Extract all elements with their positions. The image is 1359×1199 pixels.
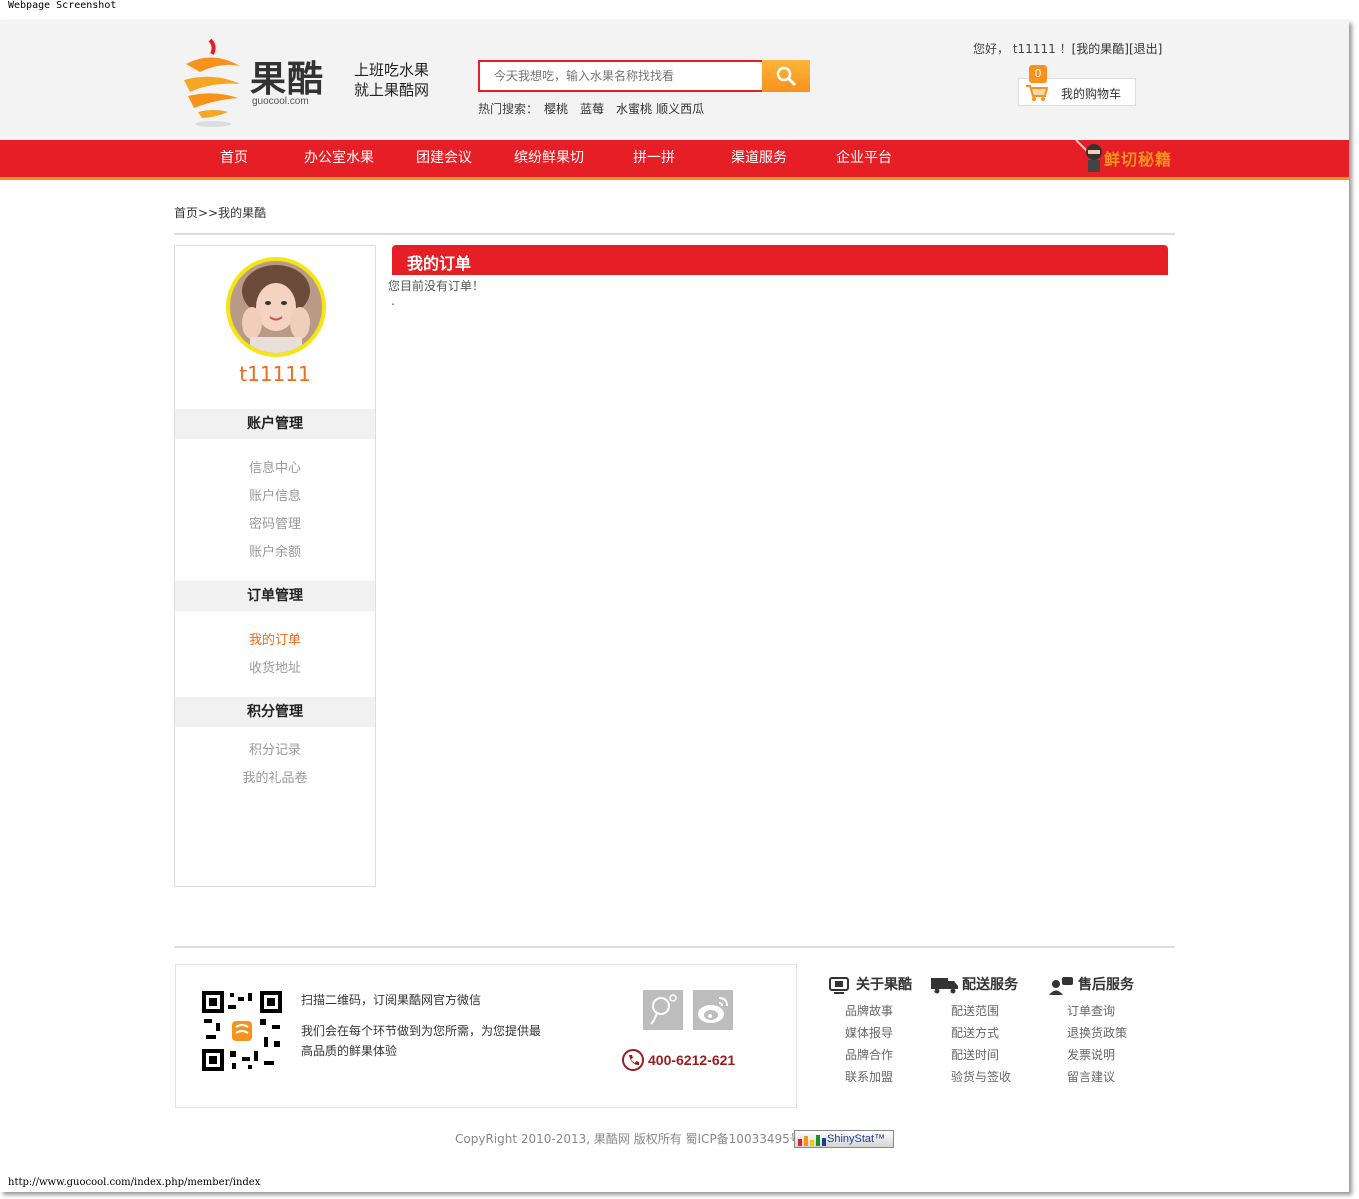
footer-link-order-query[interactable]: 订单查询 bbox=[1067, 1002, 1115, 1019]
slogan-line1: 上班吃水果 bbox=[354, 61, 430, 79]
stray-dot: . bbox=[391, 294, 395, 308]
breadcrumb-divider bbox=[174, 233, 1175, 235]
shinystat-label: ShinyStat™ bbox=[827, 1133, 886, 1145]
logo-wordmark: 果酷 bbox=[250, 59, 325, 100]
phone-icon bbox=[622, 1049, 644, 1071]
qr-subscribe-text: 扫描二维码，订阅果酷网官方微信 bbox=[301, 993, 482, 1007]
footer-col-title-about: 关于果酷 bbox=[856, 977, 912, 993]
hot-keyword[interactable]: 水蜜桃 bbox=[616, 102, 652, 116]
sidebar-item-account-info[interactable]: 账户信息 bbox=[175, 485, 375, 504]
footer-col-title-aftersale: 售后服务 bbox=[1078, 977, 1134, 993]
sina-weibo-icon bbox=[698, 997, 728, 1023]
orders-panel-header: 我的订单 bbox=[392, 245, 1168, 275]
sidebar-item-my-orders[interactable]: 我的订单 bbox=[175, 629, 375, 648]
stats-bars-icon bbox=[798, 1135, 826, 1146]
hotline-number: 400-6212-621 bbox=[648, 1052, 736, 1068]
hot-keyword[interactable]: 顺义西瓜 bbox=[656, 102, 704, 116]
greeting-username: t11111 bbox=[1012, 42, 1056, 56]
sidebar-username: t11111 bbox=[239, 362, 311, 386]
footer-col-title-delivery: 配送服务 bbox=[962, 977, 1018, 993]
nav-promo-banner[interactable]: 鲜切秘籍 bbox=[1074, 139, 1184, 177]
page-url: http://www.guocool.com/index.php/member/… bbox=[8, 1177, 261, 1188]
logo-domain: guocool.com bbox=[252, 96, 309, 107]
hot-keyword[interactable]: 蓝莓 bbox=[580, 102, 604, 116]
cart-label: 我的购物车 bbox=[1061, 87, 1122, 101]
sidebar-item-address[interactable]: 收货地址 bbox=[175, 657, 375, 676]
footer-link-cooperation[interactable]: 品牌合作 bbox=[845, 1046, 893, 1063]
cart-count-badge: 0 bbox=[1029, 65, 1047, 83]
nav-item-office-fruit[interactable]: 办公室水果 bbox=[294, 140, 384, 177]
avatar-portrait-icon bbox=[230, 261, 322, 353]
avatar[interactable] bbox=[226, 257, 326, 357]
qq-weibo-icon bbox=[650, 994, 677, 1025]
footer-divider bbox=[174, 946, 1175, 948]
main-nav: 首页 办公室水果 团建会议 缤纷鲜果切 拼一拼 渠道服务 企业平台 鲜切秘籍 bbox=[0, 139, 1349, 180]
shinystat-badge[interactable]: ShinyStat™ bbox=[794, 1130, 894, 1148]
sidebar-item-balance[interactable]: 账户余额 bbox=[175, 541, 375, 560]
slogan-line2: 就上果酷网 bbox=[354, 81, 430, 99]
sidebar-item-password[interactable]: 密码管理 bbox=[175, 513, 375, 532]
hot-search: 热门搜索： 樱桃 蓝莓 水蜜桃 顺义西瓜 bbox=[478, 100, 716, 117]
page: 果酷 guocool.com 上班吃水果 就上果酷网 热门搜索： 樱桃蓝莓水蜜桃顺… bbox=[0, 20, 1349, 1192]
footer-link-media[interactable]: 媒体报导 bbox=[845, 1024, 893, 1041]
wechat-qr-code-icon bbox=[202, 991, 282, 1071]
delivery-truck-icon bbox=[931, 978, 958, 994]
group-title-points: 积分管理 bbox=[175, 697, 375, 727]
member-sidebar: t11111 账户管理 信息中心 账户信息 密码管理 账户余额 订单管理 我的订… bbox=[174, 245, 376, 887]
page-title: 我的订单 bbox=[407, 254, 472, 273]
nav-item-team-meeting[interactable]: 团建会议 bbox=[404, 140, 484, 177]
qr-description: 我们会在每个环节做到为您所需，为您提供最高品质的鲜果体验 bbox=[301, 1024, 542, 1058]
shopping-cart-icon bbox=[1026, 85, 1049, 101]
slogan: 上班吃水果 就上果酷网 bbox=[354, 60, 454, 100]
search-input[interactable] bbox=[480, 62, 762, 90]
sidebar-item-gift-vouchers[interactable]: 我的礼品卷 bbox=[175, 767, 375, 786]
footer-link-delivery-time[interactable]: 配送时间 bbox=[951, 1046, 999, 1063]
footer-link-brand-story[interactable]: 品牌故事 bbox=[845, 1002, 893, 1019]
footer-link-inspection[interactable]: 验货与签收 bbox=[951, 1068, 1011, 1085]
hot-keyword[interactable]: 樱桃 bbox=[544, 102, 568, 116]
footer-link-delivery-method[interactable]: 配送方式 bbox=[951, 1024, 999, 1041]
footer-link-return-policy[interactable]: 退换货政策 bbox=[1067, 1024, 1127, 1041]
screenshot-caption: Webpage Screenshot bbox=[8, 0, 117, 11]
group-title-account: 账户管理 bbox=[175, 409, 375, 439]
ninja-mascot-icon bbox=[1075, 139, 1102, 172]
orange-peel-logo-icon bbox=[184, 38, 240, 127]
my-account-link[interactable]: [我的果酷] bbox=[1072, 42, 1129, 56]
greeting-separator: ！ bbox=[1059, 42, 1072, 56]
nav-promo-text: 鲜切秘籍 bbox=[1104, 150, 1173, 169]
search-box bbox=[478, 60, 764, 92]
group-title-orders: 订单管理 bbox=[175, 581, 375, 611]
copyright: CopyRight 2010-2013, 果酷网 版权所有 蜀ICP备10033… bbox=[455, 1132, 802, 1146]
sidebar-item-info-center[interactable]: 信息中心 bbox=[175, 457, 375, 476]
search-icon bbox=[776, 66, 797, 87]
breadcrumb[interactable]: 首页>>我的果酷 bbox=[174, 204, 266, 221]
sidebar-item-points-log[interactable]: 积分记录 bbox=[175, 739, 375, 758]
nav-item-group-buy[interactable]: 拼一拼 bbox=[624, 140, 684, 177]
nav-item-fresh-cut[interactable]: 缤纷鲜果切 bbox=[504, 140, 594, 177]
nav-item-channel[interactable]: 渠道服务 bbox=[719, 140, 799, 177]
footer-link-invoice[interactable]: 发票说明 bbox=[1067, 1046, 1115, 1063]
site-header: 果酷 guocool.com 上班吃水果 就上果酷网 热门搜索： 樱桃蓝莓水蜜桃顺… bbox=[0, 20, 1349, 140]
nav-item-home[interactable]: 首页 bbox=[204, 140, 264, 177]
hot-search-label: 热门搜索： bbox=[478, 102, 539, 116]
about-icon bbox=[829, 977, 849, 994]
logout-link[interactable]: [退出] bbox=[1129, 42, 1162, 56]
search-button[interactable] bbox=[762, 60, 810, 92]
sina-weibo-link[interactable] bbox=[693, 990, 733, 1030]
greeting-text: 您好， bbox=[973, 42, 1010, 56]
cart-button[interactable]: 0 我的购物车 bbox=[1018, 65, 1136, 106]
qq-weibo-link[interactable] bbox=[643, 990, 683, 1030]
nav-item-enterprise[interactable]: 企业平台 bbox=[824, 140, 904, 177]
empty-orders-message: 您目前没有订单！ bbox=[388, 279, 485, 293]
user-greeting: 您好， t11111 ！[我的果酷][退出] bbox=[973, 40, 1162, 57]
footer-link-feedback[interactable]: 留言建议 bbox=[1067, 1068, 1115, 1085]
footer-contact-box: 扫描二维码，订阅果酷网官方微信 我们会在每个环节做到为您所需，为您提供最高品质的… bbox=[175, 964, 797, 1108]
customer-service-icon bbox=[1049, 977, 1073, 995]
footer-link-franchise[interactable]: 联系加盟 bbox=[845, 1068, 893, 1085]
site-logo[interactable]: 果酷 guocool.com bbox=[180, 36, 330, 128]
footer-link-delivery-range[interactable]: 配送范围 bbox=[951, 1002, 999, 1019]
